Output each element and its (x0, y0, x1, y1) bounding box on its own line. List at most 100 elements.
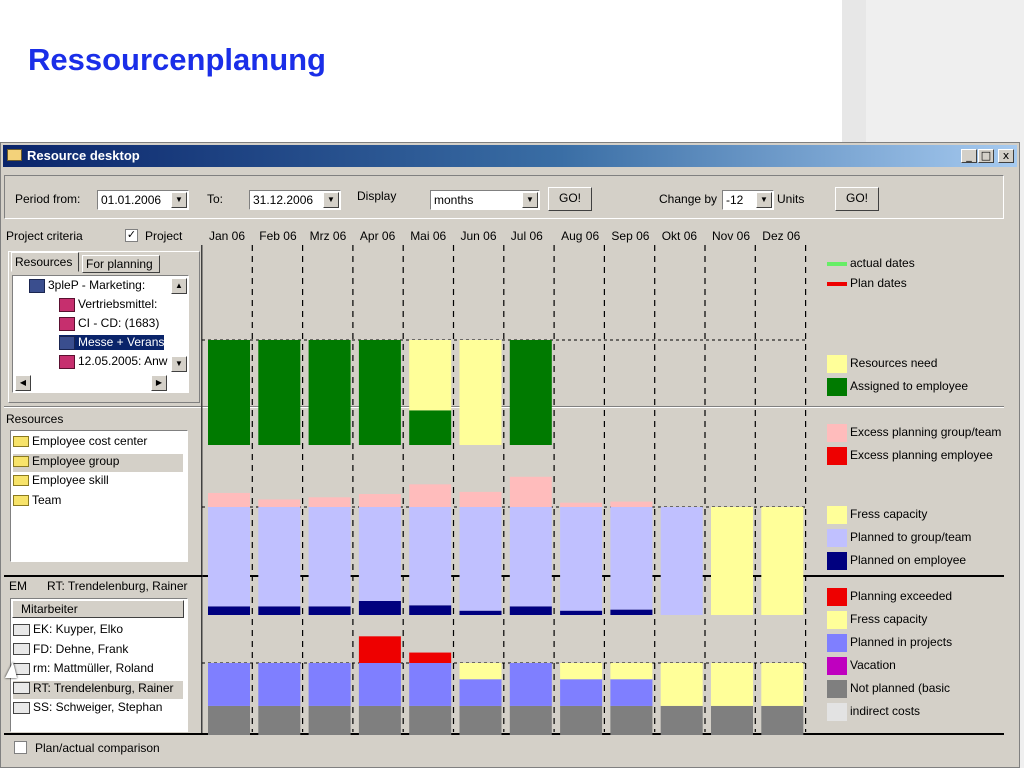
legend-swatch (827, 634, 847, 652)
legend-swatch (827, 355, 847, 373)
employee-item-label: RT: Trendelenburg, Rainer (33, 680, 174, 695)
display-value: months (434, 193, 474, 207)
employee-list-item[interactable]: rm: Mattmüller, Roland (13, 661, 183, 679)
change-by-value: -12 (726, 193, 744, 207)
tree-item[interactable]: Vertriebsmittel: (59, 297, 157, 312)
close-button[interactable]: x (998, 149, 1014, 163)
bar-not-planned-basic (761, 705, 804, 735)
bar-not-planned-basic (459, 705, 502, 735)
legend-label: Planned in projects (850, 635, 953, 649)
title-bar[interactable]: Resource desktop _ □ x (3, 145, 1017, 167)
change-by-combo[interactable]: -12 ▼ (722, 190, 774, 210)
month-header: Feb 06 (259, 229, 297, 243)
bar-not-planned-basic (509, 705, 552, 735)
legend-swatch (827, 378, 847, 396)
bar-fress-capacity (711, 507, 753, 615)
legend-swatch (827, 506, 847, 524)
folder-icon (13, 494, 29, 506)
tree-item[interactable]: CI - CD: (1683) (59, 316, 159, 331)
card-icon (13, 623, 30, 636)
month-header: Sep 06 (611, 229, 650, 243)
bar-not-planned-basic (711, 705, 753, 735)
resource-item-label: Employee skill (32, 473, 109, 487)
bar-excess-planning-group-team (560, 502, 603, 507)
column-header-mitarbeiter[interactable]: Mitarbeiter (12, 600, 184, 618)
scroll-down-icon[interactable]: ▼ (171, 356, 187, 372)
resources-list[interactable]: Employee cost center Employee group Employ… (10, 430, 188, 562)
bar-assigned-to-employee (358, 340, 401, 445)
display-combo[interactable]: months ▼ (430, 190, 540, 210)
tree-item-label: 12.05.2005: Anw (78, 354, 168, 368)
maximize-button[interactable]: □ (978, 149, 994, 163)
bar-assigned-to-employee (509, 340, 552, 445)
bar-excess-planning-group-team (610, 501, 653, 507)
resource-list-item[interactable]: Employee cost center (13, 434, 183, 452)
bar-fress-capacity (660, 663, 703, 706)
bar-not-planned-basic (660, 705, 703, 735)
plan-actual-checkbox[interactable] (14, 741, 27, 754)
chevron-down-icon[interactable]: ▼ (522, 192, 538, 208)
resource-desktop-window: Resource desktop _ □ x Period from: 01.0… (0, 142, 1020, 768)
to-combo[interactable]: 31.12.2006 ▼ (249, 190, 341, 210)
to-label: To: (207, 192, 224, 206)
bar-planned-to-group-team (610, 507, 653, 610)
resource-item-label: Team (32, 492, 62, 507)
legend-swatch (827, 552, 847, 570)
chevron-down-icon[interactable]: ▼ (323, 192, 339, 208)
card-icon (13, 701, 30, 714)
employee-list-item[interactable]: EK: Kuyper, Elko (13, 622, 183, 640)
chevron-down-icon[interactable]: ▼ (756, 192, 772, 208)
legend-label: Resources need (850, 356, 938, 370)
bar-planned-to-group-team (308, 507, 351, 607)
project-checkbox[interactable]: ✓ (125, 229, 138, 242)
bar-planned-to-group-team (409, 507, 452, 606)
bar-planned-on-employee (560, 610, 603, 615)
resource-list-item[interactable]: Team (13, 493, 183, 511)
employee-item-label: rm: Mattmüller, Roland (33, 661, 154, 675)
minimize-button[interactable]: _ (961, 149, 977, 163)
month-header: Apr 06 (359, 229, 396, 243)
bar-planned-to-group-team (258, 507, 301, 607)
legend-label: actual dates (850, 256, 915, 270)
resource-item-label: Employee cost center (32, 434, 148, 448)
employee-list-item[interactable]: RT: Trendelenburg, Rainer (13, 680, 183, 699)
bar-assigned-to-employee (409, 410, 452, 445)
bar-planned-in-projects (258, 663, 301, 706)
person-icon (59, 297, 75, 312)
resource-list-item[interactable]: Employee group (13, 453, 183, 472)
bar-planned-in-projects (509, 663, 552, 706)
legend-label: Fress capacity (850, 507, 928, 521)
employee-list-item[interactable]: SS: Schweiger, Stephan (13, 700, 183, 718)
scroll-left-icon[interactable]: ◀ (15, 375, 31, 391)
mouse-cursor-icon (5, 662, 17, 678)
project-criteria-label: Project criteria (6, 229, 83, 243)
legend-swatch (827, 447, 847, 465)
scroll-up-icon[interactable]: ▲ (171, 278, 187, 294)
employee-list[interactable]: Mitarbeiter EK: Kuyper, Elko FD: Dehne, F… (10, 598, 188, 732)
tab-resources[interactable]: Resources (11, 252, 79, 272)
bar-not-planned-basic (610, 705, 653, 735)
bar-planned-in-projects (308, 663, 351, 706)
go-button[interactable]: GO! (548, 187, 592, 211)
folder-icon (13, 475, 29, 487)
employee-list-item[interactable]: FD: Dehne, Frank (13, 642, 183, 660)
resource-list-item[interactable]: Employee skill (13, 473, 183, 491)
bar-fress-capacity (560, 663, 603, 680)
bar-planning-exceeded (409, 652, 452, 663)
legend-swatch (827, 703, 847, 721)
tree-item[interactable]: Messe + Verans (59, 335, 165, 350)
tab-for-planning[interactable]: For planning (82, 255, 160, 273)
tree-item[interactable]: 12.05.2005: Anw (59, 354, 167, 369)
tree-item[interactable]: 3pleP - Marketing: (29, 278, 145, 293)
bar-planned-to-group-team (459, 507, 502, 611)
bar-planning-exceeded (358, 636, 401, 663)
card-icon (13, 682, 30, 695)
project-tree[interactable]: 3pleP - Marketing: Vertriebsmittel: CI - C… (12, 275, 189, 393)
bar-excess-planning-group-team (208, 492, 250, 507)
scroll-right-icon[interactable]: ▶ (151, 375, 167, 391)
bar-not-planned-basic (409, 705, 452, 735)
legend-label: Excess planning employee (850, 448, 993, 462)
go-units-button[interactable]: GO! (835, 187, 879, 211)
period-from-combo[interactable]: 01.01.2006 ▼ (97, 190, 189, 210)
chevron-down-icon[interactable]: ▼ (171, 192, 187, 208)
